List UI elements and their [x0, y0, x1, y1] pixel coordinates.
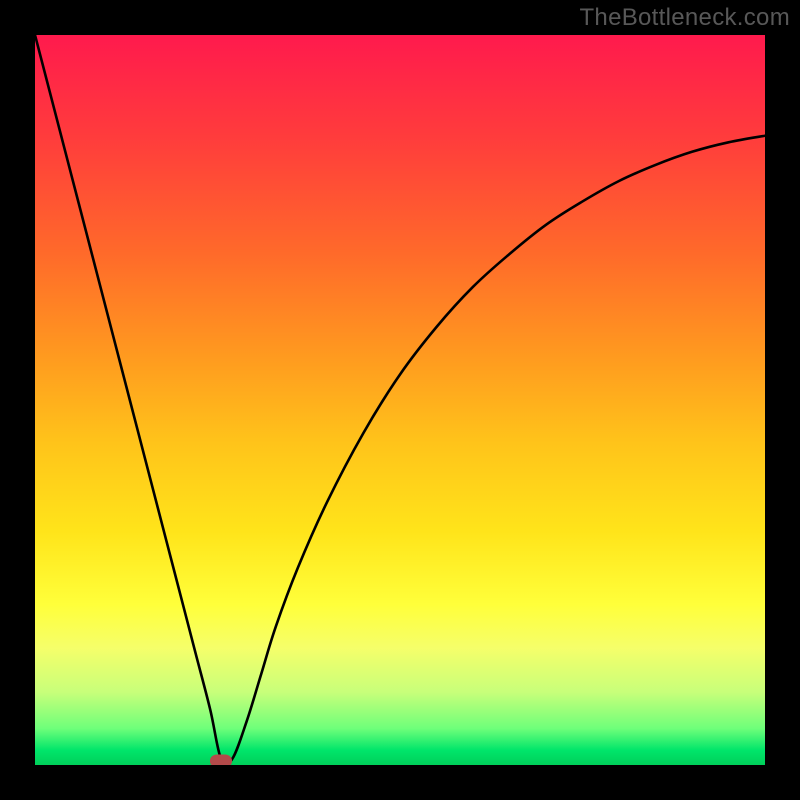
chart-frame: TheBottleneck.com — [0, 0, 800, 800]
watermark-text: TheBottleneck.com — [579, 4, 790, 32]
curve-svg — [35, 35, 765, 765]
curve-path — [35, 35, 765, 765]
marker-dot — [210, 755, 232, 765]
plot-area — [35, 35, 765, 765]
